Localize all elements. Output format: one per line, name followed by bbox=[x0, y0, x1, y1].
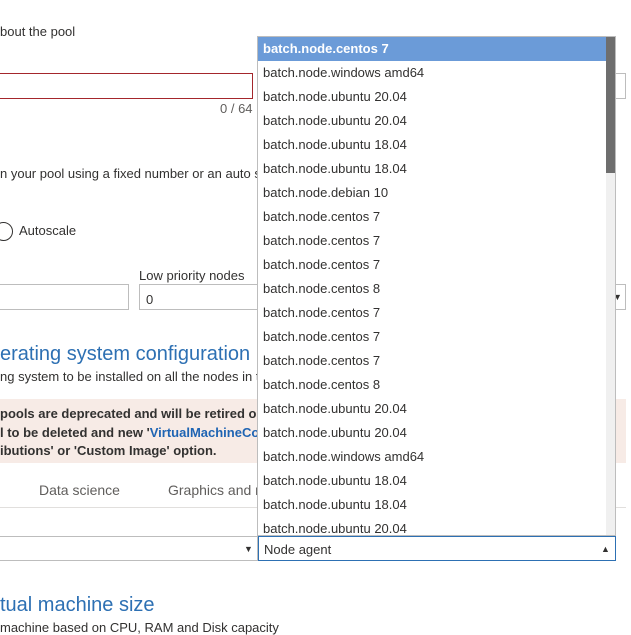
dropdown-option[interactable]: batch.node.ubuntu 18.04 bbox=[258, 493, 607, 517]
char-counter: 0 / 64 bbox=[220, 101, 253, 116]
vm-size-subtext: machine based on CPU, RAM and Disk capac… bbox=[0, 620, 279, 635]
warning-line-2-prefix: l to be deleted and new ' bbox=[0, 425, 150, 440]
pool-id-input[interactable] bbox=[0, 73, 253, 99]
dropdown-option[interactable]: batch.node.centos 7 bbox=[258, 301, 607, 325]
vm-size-heading: tual machine size bbox=[0, 594, 155, 616]
dropdown-option[interactable]: batch.node.debian 10 bbox=[258, 181, 607, 205]
tab-data-science[interactable]: Data science bbox=[39, 482, 120, 498]
low-priority-label: Low priority nodes bbox=[139, 268, 245, 283]
node-agent-select[interactable]: Node agent ▲ bbox=[258, 536, 616, 561]
dropdown-option[interactable]: batch.node.ubuntu 18.04 bbox=[258, 157, 607, 181]
low-priority-input[interactable]: 0 bbox=[139, 284, 259, 310]
tab-graphics[interactable]: Graphics and r bbox=[168, 482, 260, 498]
node-agent-dropdown[interactable]: batch.node.centos 7 batch.node.windows am… bbox=[257, 36, 616, 536]
warning-line-1: pools are deprecated and will be retired… bbox=[0, 406, 265, 421]
node-agent-selected-value: Node agent bbox=[264, 542, 332, 557]
dedicated-nodes-input[interactable] bbox=[0, 284, 129, 310]
autoscale-label: Autoscale bbox=[19, 223, 77, 238]
os-config-subtext: ng system to be installed on all the nod… bbox=[0, 369, 260, 384]
dropdown-option[interactable]: batch.node.centos 7 bbox=[258, 229, 607, 253]
image-select[interactable]: ▼ bbox=[0, 536, 258, 561]
dropdown-option[interactable]: batch.node.centos 7 bbox=[258, 349, 607, 373]
pool-description-text: bout the pool bbox=[0, 24, 76, 39]
chevron-up-icon: ▲ bbox=[601, 544, 610, 554]
dropdown-option[interactable]: batch.node.ubuntu 20.04 bbox=[258, 517, 607, 535]
dropdown-option[interactable]: batch.node.ubuntu 20.04 bbox=[258, 397, 607, 421]
dropdown-option[interactable]: batch.node.windows amd64 bbox=[258, 445, 607, 469]
low-priority-value: 0 bbox=[146, 292, 154, 307]
os-config-heading: erating system configuration bbox=[0, 343, 251, 365]
dropdown-option[interactable]: batch.node.ubuntu 20.04 bbox=[258, 109, 607, 133]
dropdown-option[interactable]: batch.node.centos 7 bbox=[258, 325, 607, 349]
autoscale-radio[interactable] bbox=[0, 222, 13, 241]
dropdown-option[interactable]: batch.node.centos 7 bbox=[258, 37, 607, 61]
dropdown-scrollbar[interactable] bbox=[606, 37, 615, 535]
warning-line-2: l to be deleted and new 'VirtualMachineC… bbox=[0, 425, 267, 440]
dropdown-option[interactable]: batch.node.centos 8 bbox=[258, 277, 607, 301]
dropdown-option[interactable]: batch.node.ubuntu 20.04 bbox=[258, 85, 607, 109]
dropdown-option[interactable]: batch.node.ubuntu 20.04 bbox=[258, 421, 607, 445]
scale-description: n your pool using a fixed number or an a… bbox=[0, 166, 261, 181]
warning-line-3: ibutions' or 'Custom Image' option. bbox=[0, 443, 217, 458]
node-agent-options: batch.node.centos 7 batch.node.windows am… bbox=[258, 37, 607, 535]
dropdown-option[interactable]: batch.node.ubuntu 18.04 bbox=[258, 133, 607, 157]
dropdown-option[interactable]: batch.node.centos 7 bbox=[258, 205, 607, 229]
dropdown-option[interactable]: batch.node.windows amd64 bbox=[258, 61, 607, 85]
dropdown-option[interactable]: batch.node.ubuntu 18.04 bbox=[258, 469, 607, 493]
chevron-down-icon: ▼ bbox=[244, 544, 253, 554]
dropdown-option[interactable]: batch.node.centos 7 bbox=[258, 253, 607, 277]
dropdown-scroll-thumb[interactable] bbox=[606, 37, 615, 173]
dropdown-option[interactable]: batch.node.centos 8 bbox=[258, 373, 607, 397]
virtual-machine-config-link[interactable]: VirtualMachineCon bbox=[150, 425, 268, 440]
